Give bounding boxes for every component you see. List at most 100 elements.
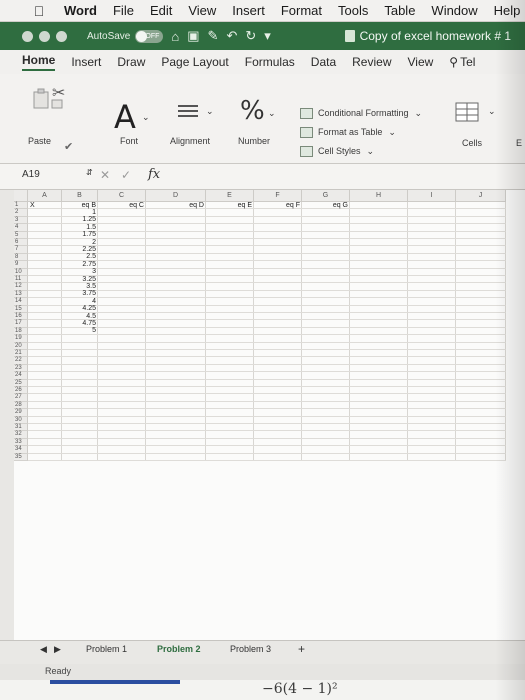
header-cell[interactable]: eq E — [208, 202, 252, 209]
row-header[interactable]: 31 — [14, 424, 28, 432]
row-header[interactable]: 25 — [14, 379, 28, 387]
number-chevron-icon[interactable]: ⌄ — [268, 108, 276, 119]
alignment-chevron-icon[interactable]: ⌄ — [206, 106, 214, 117]
row-header[interactable]: 29 — [14, 409, 28, 417]
tab-problem-2[interactable]: Problem 2 — [157, 644, 201, 654]
row-header[interactable]: 3 — [14, 216, 28, 225]
tab-formulas[interactable]: Formulas — [245, 55, 295, 69]
row-header[interactable]: 19 — [14, 335, 28, 343]
row-header[interactable]: 28 — [14, 401, 28, 410]
row-header[interactable]: 1 — [14, 202, 28, 210]
header-cell[interactable]: X — [30, 202, 60, 209]
column-header-a[interactable]: A — [28, 190, 62, 202]
value-cell[interactable]: 5 — [64, 327, 96, 334]
row-header[interactable]: 27 — [14, 394, 28, 402]
header-cell[interactable]: eq C — [100, 202, 144, 209]
cancel-icon[interactable]: ✕ — [100, 168, 110, 182]
menu-view[interactable]: View — [188, 3, 216, 18]
spreadsheet-grid[interactable]: A B C D E F G H I J 1 2 3 4 5 6 7 8 9 10 11 12 13 14 15 16 17 18 19 2… — [14, 190, 525, 646]
tab-problem-3[interactable]: Problem 3 — [230, 644, 271, 654]
header-cell[interactable]: eq F — [256, 202, 300, 209]
row-header[interactable]: 35 — [14, 453, 28, 461]
menu-help[interactable]: Help — [494, 3, 521, 18]
menu-format[interactable]: Format — [281, 3, 322, 18]
value-cell[interactable]: 3.75 — [64, 290, 96, 297]
tab-home[interactable]: Home — [22, 53, 56, 71]
row-header[interactable]: 2 — [14, 209, 28, 217]
row-header[interactable]: 14 — [14, 298, 28, 306]
paste-button[interactable]: ✂ — [30, 83, 70, 109]
menu-file[interactable]: File — [113, 3, 134, 18]
row-header[interactable]: 30 — [14, 416, 28, 424]
sheet-next-icon[interactable]: ▶ — [54, 644, 61, 655]
column-header-g[interactable]: G — [302, 190, 350, 202]
value-cell[interactable]: 1.5 — [64, 224, 96, 231]
column-header-c[interactable]: C — [98, 190, 146, 202]
column-header-h[interactable]: H — [350, 190, 408, 202]
row-header[interactable]: 7 — [14, 246, 28, 254]
save-icon[interactable]: ▣ — [187, 28, 199, 44]
row-header[interactable]: 12 — [14, 283, 28, 291]
value-cell[interactable]: 3.25 — [64, 276, 96, 283]
row-header[interactable]: 23 — [14, 364, 28, 373]
value-cell[interactable]: 1.25 — [64, 216, 96, 223]
menu-table[interactable]: Table — [384, 3, 415, 18]
alignment-icon[interactable] — [176, 102, 200, 124]
row-header[interactable]: 21 — [14, 350, 28, 358]
row-header[interactable]: 6 — [14, 239, 28, 247]
close-window-button[interactable] — [22, 30, 33, 42]
value-cell[interactable]: 2.25 — [64, 246, 96, 253]
column-header-j[interactable]: J — [456, 190, 506, 202]
row-header[interactable]: 24 — [14, 372, 28, 380]
select-all-corner[interactable] — [14, 190, 28, 202]
row-header[interactable]: 15 — [14, 305, 28, 313]
font-dropdown-chevron-icon[interactable]: ⌄ — [142, 112, 150, 123]
value-cell[interactable]: 4.75 — [64, 320, 96, 327]
tab-insert[interactable]: Insert — [71, 55, 101, 69]
value-cell[interactable]: 2.5 — [64, 253, 96, 260]
minimize-window-button[interactable] — [39, 30, 50, 42]
value-cell[interactable]: 3.5 — [64, 283, 96, 290]
format-painter-icon[interactable]: ✔ — [64, 140, 73, 153]
value-cell[interactable]: 4 — [64, 298, 96, 305]
conditional-formatting-button[interactable]: Conditional Formatting ⌄ — [300, 104, 422, 123]
row-header[interactable]: 18 — [14, 327, 28, 336]
font-size-icon[interactable]: A — [114, 98, 136, 136]
menu-window[interactable]: Window — [431, 3, 477, 18]
value-cell[interactable]: 4.5 — [64, 313, 96, 320]
column-header-i[interactable]: I — [408, 190, 456, 202]
row-header[interactable]: 17 — [14, 320, 28, 328]
row-header[interactable]: 10 — [14, 268, 28, 276]
value-cell[interactable]: 1.75 — [64, 231, 96, 238]
undo-icon[interactable]: ↶ — [226, 28, 237, 44]
column-header-b[interactable]: B — [62, 190, 98, 202]
row-header[interactable]: 32 — [14, 431, 28, 439]
zoom-window-button[interactable] — [56, 30, 67, 42]
tab-problem-1[interactable]: Problem 1 — [86, 644, 127, 654]
tab-view[interactable]: View — [408, 55, 434, 69]
column-header-f[interactable]: F — [254, 190, 302, 202]
value-cell[interactable]: 2.75 — [64, 261, 96, 268]
autosave-toggle[interactable]: OFF — [135, 29, 164, 43]
redo-icon[interactable]: ↻ — [245, 28, 256, 44]
tab-page-layout[interactable]: Page Layout — [161, 55, 228, 69]
tab-review[interactable]: Review — [352, 55, 391, 69]
row-header[interactable]: 11 — [14, 276, 28, 284]
menu-app-name[interactable]: Word — [64, 3, 97, 18]
header-cell[interactable]: eq B — [64, 202, 96, 209]
column-header-d[interactable]: D — [146, 190, 206, 202]
value-cell[interactable]: 3 — [64, 268, 96, 275]
sheet-prev-icon[interactable]: ◀ — [40, 644, 47, 655]
value-cell[interactable]: 4.25 — [64, 305, 96, 312]
cell-styles-button[interactable]: Cell Styles ⌄ — [300, 142, 422, 161]
name-box[interactable]: A19 — [22, 169, 40, 180]
lightbulb-icon[interactable]: ⚲ — [449, 55, 458, 69]
row-header[interactable]: 5 — [14, 231, 28, 239]
row-header[interactable]: 13 — [14, 290, 28, 299]
apple-icon[interactable]:  — [30, 3, 48, 19]
row-header[interactable]: 33 — [14, 438, 28, 447]
name-box-stepper-icon[interactable]: ⇵ — [86, 168, 93, 177]
value-cell[interactable]: 2 — [64, 239, 96, 246]
row-header[interactable]: 4 — [14, 224, 28, 232]
add-sheet-button[interactable]: + — [298, 642, 305, 656]
